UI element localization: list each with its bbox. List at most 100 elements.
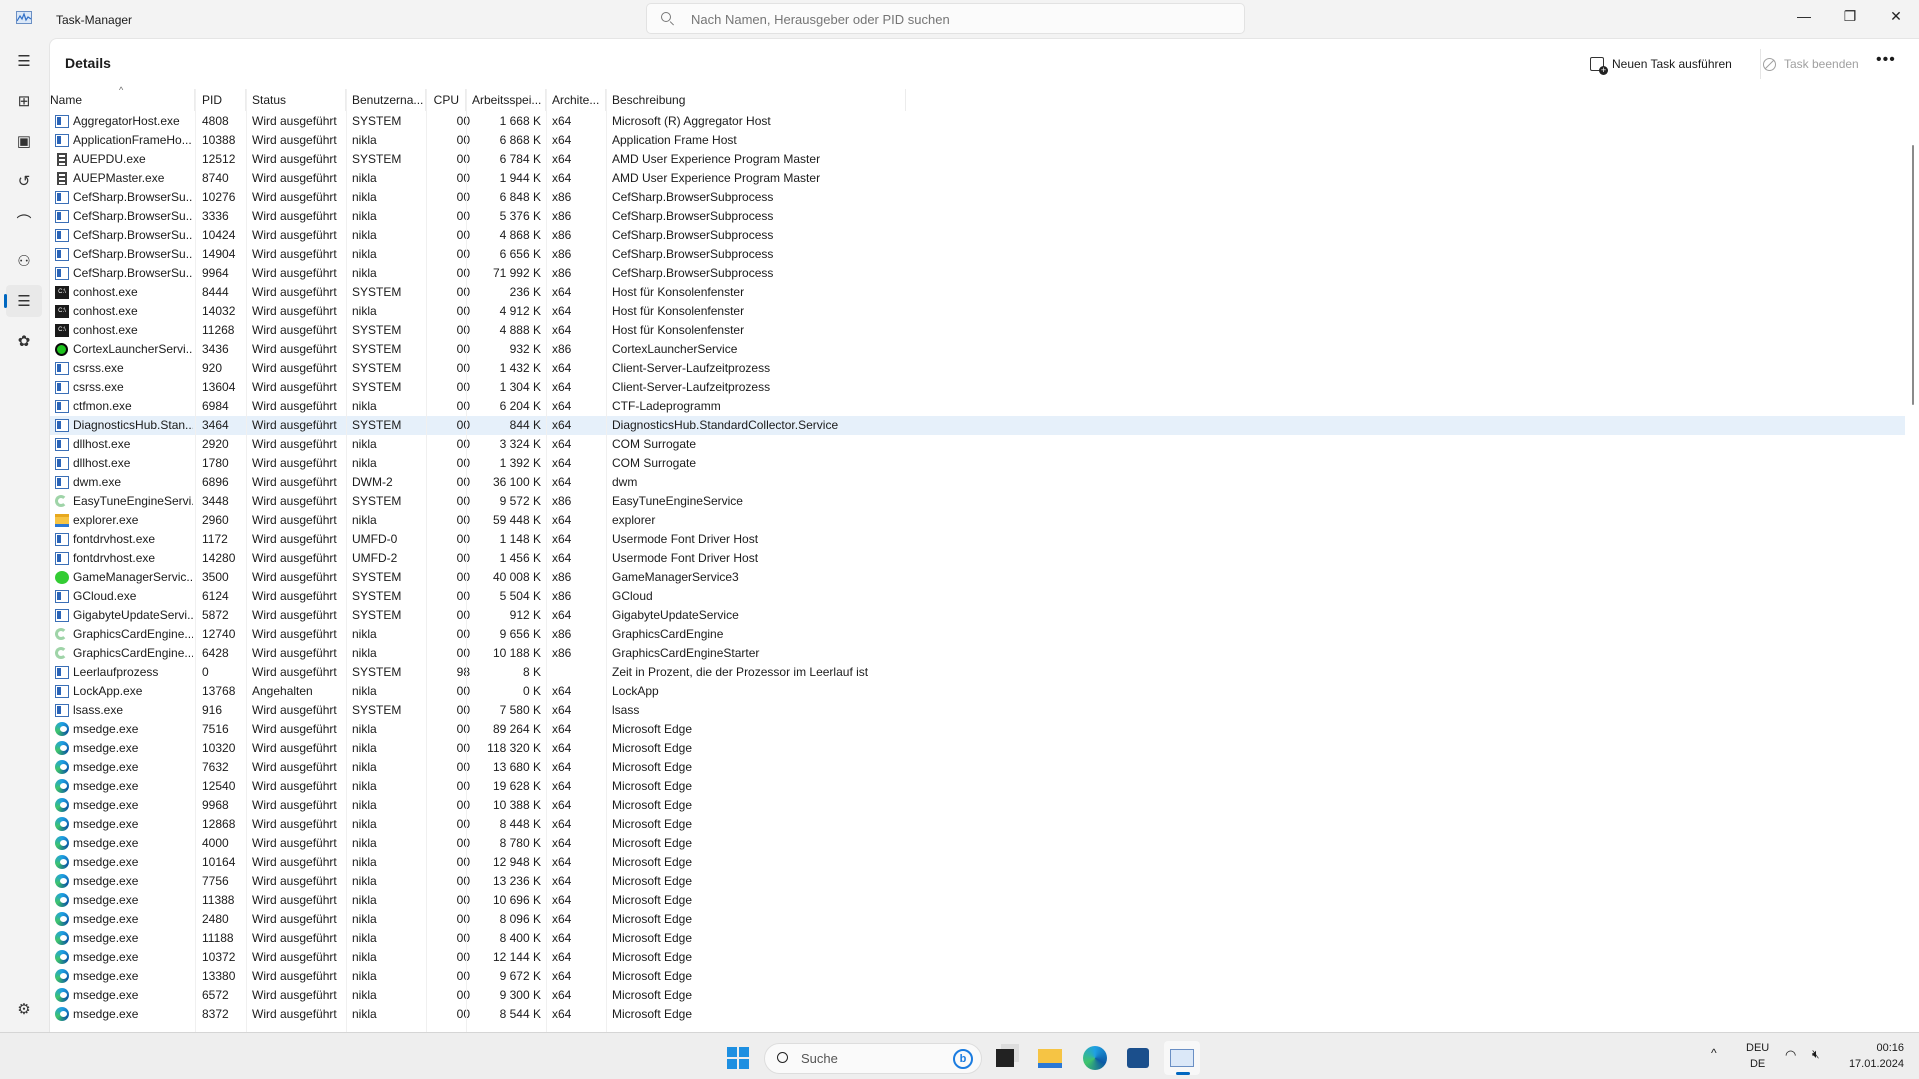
column-divider[interactable] xyxy=(546,89,547,1032)
table-row[interactable]: GraphicsCardEngine.... 12740 Wird ausgefüh… xyxy=(50,625,1905,644)
search-input[interactable] xyxy=(691,12,1231,27)
table-row[interactable]: msedge.exe 12868 Wird ausgeführt nikla 00 8 4… xyxy=(50,815,1905,834)
volume-muted-icon[interactable]: 🔇︎ xyxy=(1812,1047,1820,1062)
table-row[interactable]: LockApp.exe 13768 Angehalten nikla 00 0 Kx64 L… xyxy=(50,682,1905,701)
column-header-pid[interactable]: PID xyxy=(196,89,246,111)
table-row[interactable]: GameManagerServic... 3500 Wird ausgeführt S… xyxy=(50,568,1905,587)
table-row[interactable]: msedge.exe 7756 Wird ausgeführt nikla 00 13 2… xyxy=(50,872,1905,891)
performance-icon[interactable]: ▣ xyxy=(6,125,42,157)
table-row[interactable]: dwm.exe 6896 Wird ausgeführt DWM-2 00 36 100 … xyxy=(50,473,1905,492)
table-row[interactable]: msedge.exe 10164 Wird ausgeführt nikla 00 12 … xyxy=(50,853,1905,872)
cell-user: nikla xyxy=(352,855,377,869)
table-row[interactable]: C:\ conhost.exe 8444 Wird ausgeführt SYSTEM 0… xyxy=(50,283,1905,302)
table-row[interactable]: CefSharp.BrowserSu... 3336 Wird ausgeführt… xyxy=(50,207,1905,226)
column-header-architecture[interactable]: Archite... xyxy=(546,89,606,111)
table-row[interactable]: msedge.exe 13380 Wird ausgeführt nikla 00 9 6… xyxy=(50,967,1905,986)
table-row[interactable]: ApplicationFrameHo... 10388 Wird ausgeführ… xyxy=(50,131,1905,150)
table-row[interactable]: msedge.exe 7632 Wird ausgeführt nikla 00 13 6… xyxy=(50,758,1905,777)
column-header-memory[interactable]: Arbeitsspei... xyxy=(466,89,546,111)
table-row[interactable]: msedge.exe 6572 Wird ausgeführt nikla 00 9 30… xyxy=(50,986,1905,1005)
column-header-user[interactable]: Benutzerna... xyxy=(346,89,426,111)
table-row[interactable]: fontdrvhost.exe 1172 Wird ausgeführt UMFD-0… xyxy=(50,530,1905,549)
users-icon[interactable]: ⚇ xyxy=(6,245,42,277)
table-row[interactable]: GCloud.exe 6124 Wird ausgeführt SYSTEM 00 5 5… xyxy=(50,587,1905,606)
task-manager-taskbar-icon[interactable] xyxy=(1164,1041,1200,1075)
menu-icon[interactable]: ☰ xyxy=(6,45,42,77)
table-row[interactable]: csrss.exe 920 Wird ausgeführt SYSTEM 00 1 432… xyxy=(50,359,1905,378)
task-view-icon[interactable] xyxy=(987,1041,1023,1075)
table-row[interactable]: Leerlaufprozess 0 Wird ausgeführt SYSTEM 98 8… xyxy=(50,663,1905,682)
column-header-cpu[interactable]: CPU xyxy=(426,89,466,111)
table-row[interactable]: msedge.exe 2480 Wird ausgeführt nikla 00 8 09… xyxy=(50,910,1905,929)
edge-icon[interactable] xyxy=(1077,1041,1113,1075)
table-row[interactable]: C:\ conhost.exe 14032 Wird ausgeführt nikla 0… xyxy=(50,302,1905,321)
table-row[interactable]: AUEPDU.exe 12512 Wird ausgeführt SYSTEM 00 6 … xyxy=(50,150,1905,169)
restore-button[interactable]: ❐ xyxy=(1827,0,1873,32)
table-row[interactable]: msedge.exe 10372 Wird ausgeführt nikla 00 12 … xyxy=(50,948,1905,967)
cell-status: Wird ausgeführt xyxy=(252,836,337,850)
table-row[interactable]: CefSharp.BrowserSu... 9964 Wird ausgeführt… xyxy=(50,264,1905,283)
column-divider[interactable] xyxy=(195,89,196,1032)
more-options-button[interactable]: ••• xyxy=(1876,51,1896,69)
minimize-button[interactable]: — xyxy=(1781,0,1827,32)
table-row[interactable]: lsass.exe 916 Wird ausgeführt SYSTEM 00 7 580… xyxy=(50,701,1905,720)
column-divider[interactable] xyxy=(346,89,347,1032)
taskbar-search[interactable]: Suche b xyxy=(764,1043,982,1074)
scrollbar[interactable] xyxy=(1910,89,1918,1029)
table-row[interactable]: CefSharp.BrowserSu... 10424 Wird ausgeführ… xyxy=(50,226,1905,245)
column-header-description[interactable]: Beschreibung xyxy=(606,89,906,111)
table-row[interactable]: msedge.exe 11188 Wird ausgeführt nikla 00 8 4… xyxy=(50,929,1905,948)
column-divider[interactable] xyxy=(466,89,467,1032)
file-explorer-icon[interactable] xyxy=(1032,1041,1068,1075)
bing-icon[interactable]: b xyxy=(953,1049,973,1069)
table-row[interactable]: GraphicsCardEngine... 6428 Wird ausgeführt… xyxy=(50,644,1905,663)
app-history-icon[interactable]: ↺ xyxy=(6,165,42,197)
table-row[interactable]: EasyTuneEngineServi... 3448 Wird ausgeführ… xyxy=(50,492,1905,511)
microsoft-store-icon[interactable] xyxy=(1120,1041,1156,1075)
table-row[interactable]: CortexLauncherServi... 3436 Wird ausgeführ… xyxy=(50,340,1905,359)
table-row[interactable]: CefSharp.BrowserSu... 10276 Wird ausgeführ… xyxy=(50,188,1905,207)
start-button[interactable] xyxy=(727,1047,749,1069)
column-divider[interactable] xyxy=(426,89,427,1032)
scrollbar-thumb[interactable] xyxy=(1912,145,1914,405)
table-row[interactable]: msedge.exe 11388 Wird ausgeführt nikla 00 10 … xyxy=(50,891,1905,910)
column-header-status[interactable]: Status xyxy=(246,89,346,111)
table-row[interactable]: DiagnosticsHub.Stan... 3464 Wird ausgeführ… xyxy=(50,416,1905,435)
search-box[interactable] xyxy=(646,3,1245,34)
show-hidden-icons-chevron-icon[interactable]: ^ xyxy=(1711,1046,1717,1060)
table-row[interactable]: msedge.exe 10320 Wird ausgeführt nikla 00 118… xyxy=(50,739,1905,758)
details-icon[interactable]: ☰ xyxy=(4,285,42,317)
table-row[interactable]: msedge.exe 8372 Wird ausgeführt nikla 00 8 54… xyxy=(50,1005,1905,1024)
table-row[interactable]: AggregatorHost.exe 4808 Wird ausgeführt SYS… xyxy=(50,112,1905,131)
settings-icon[interactable]: ⚙ xyxy=(6,993,42,1025)
table-row[interactable]: msedge.exe 12540 Wird ausgeführt nikla 00 19 … xyxy=(50,777,1905,796)
clock[interactable]: 00:16 17.01.2024 xyxy=(1848,1040,1904,1072)
table-row[interactable]: msedge.exe 7516 Wird ausgeführt nikla 00 89 2… xyxy=(50,720,1905,739)
table-row[interactable]: GigabyteUpdateServi... 5872 Wird ausgeführ… xyxy=(50,606,1905,625)
table-row[interactable]: dllhost.exe 2920 Wird ausgeführt nikla 00 3 3… xyxy=(50,435,1905,454)
table-row[interactable]: msedge.exe 4000 Wird ausgeführt nikla 00 8 78… xyxy=(50,834,1905,853)
table-row[interactable]: AUEPMaster.exe 8740 Wird ausgeführt nikla 00… xyxy=(50,169,1905,188)
table-row[interactable]: CefSharp.BrowserSu... 14904 Wird ausgeführ… xyxy=(50,245,1905,264)
cell-description: Microsoft Edge xyxy=(612,931,693,945)
cell-description: Client-Server-Laufzeitprozess xyxy=(612,380,771,394)
column-divider[interactable] xyxy=(246,89,247,1032)
end-task-button[interactable]: Task beenden xyxy=(1763,52,1859,76)
column-divider[interactable] xyxy=(606,89,607,1032)
table-row[interactable]: explorer.exe 2960 Wird ausgeführt nikla 00 59… xyxy=(50,511,1905,530)
cell-status: Wird ausgeführt xyxy=(252,608,337,622)
wifi-icon[interactable]: ◠ xyxy=(1785,1047,1796,1063)
table-row[interactable]: ctfmon.exe 6984 Wird ausgeführt nikla 00 6 20… xyxy=(50,397,1905,416)
table-row[interactable]: csrss.exe 13604 Wird ausgeführt SYSTEM 00 1 3… xyxy=(50,378,1905,397)
input-language[interactable]: DEU DE xyxy=(1746,1040,1769,1072)
table-row[interactable]: C:\ conhost.exe 11268 Wird ausgeführt SYSTEM… xyxy=(50,321,1905,340)
new-task-button[interactable]: Neuen Task ausführen xyxy=(1590,52,1732,76)
services-icon[interactable]: ✿ xyxy=(6,325,42,357)
table-row[interactable]: fontdrvhost.exe 14280 Wird ausgeführt UMFD-… xyxy=(50,549,1905,568)
startup-apps-icon[interactable]: ⌒ xyxy=(6,205,42,237)
table-row[interactable]: dllhost.exe 1780 Wird ausgeführt nikla 00 1 3… xyxy=(50,454,1905,473)
processes-icon[interactable]: ⊞ xyxy=(6,85,42,117)
table-row[interactable]: msedge.exe 9968 Wird ausgeführt nikla 00 10 3… xyxy=(50,796,1905,815)
close-button[interactable]: ✕ xyxy=(1873,0,1919,32)
column-label: Name xyxy=(50,93,83,107)
